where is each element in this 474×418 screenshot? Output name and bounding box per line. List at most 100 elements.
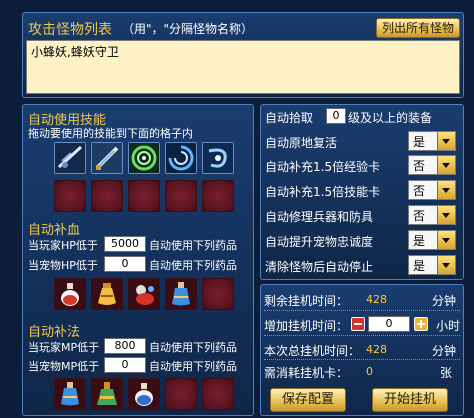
skill-slot-5[interactable]: [202, 142, 234, 174]
save-config-button[interactable]: 保存配置: [270, 388, 346, 412]
cards-label: 需消耗挂机卡：: [264, 366, 349, 380]
option-value-exp-card: 否: [413, 159, 426, 173]
option-select-revive[interactable]: 是: [408, 131, 456, 151]
yellow-vase-icon: [92, 279, 122, 309]
chevron-down-icon: [437, 256, 455, 274]
skill-slot-2[interactable]: [91, 142, 123, 174]
remaining-time-unit: 分钟: [432, 294, 457, 308]
hp-item-slot-4[interactable]: [165, 278, 197, 310]
blue-vase-icon: [55, 379, 85, 409]
plus-icon-vertical: [420, 320, 422, 328]
minus-button[interactable]: [351, 317, 365, 331]
blue-potion-icon: [129, 379, 159, 409]
add-time-input[interactable]: 0: [368, 316, 410, 332]
option-label-skill-card: 自动补充1.5倍技能卡: [265, 185, 381, 199]
green-flask-icon: [92, 379, 122, 409]
mp-item-slot-5[interactable]: [202, 378, 234, 410]
chevron-down-icon: [437, 156, 455, 174]
pet-hp-suffix: 自动使用下列药品: [149, 259, 237, 272]
cards-unit: 张: [440, 366, 453, 380]
skill-slot-10[interactable]: [202, 180, 234, 212]
blade-slash-icon: [55, 143, 85, 173]
option-label-revive: 自动原地复活: [265, 136, 338, 150]
red-creature-icon: [129, 279, 159, 309]
skill-slot-8[interactable]: [128, 180, 160, 212]
divider: [264, 359, 460, 361]
option-label-pet-loyalty: 自动提升宠物忠诚度: [265, 235, 374, 249]
skill-slot-3[interactable]: [128, 142, 160, 174]
add-time-unit: 小时: [436, 319, 461, 333]
option-label-repair: 自动修理兵器和防具: [265, 210, 374, 224]
remaining-time-value: 428: [366, 293, 387, 306]
player-mp-input[interactable]: 800: [104, 338, 146, 354]
minus-icon: [354, 323, 362, 325]
pet-mp-label: 当宠物MP低于: [28, 360, 100, 373]
pet-hp-input[interactable]: 0: [104, 256, 146, 272]
total-time-label: 本次总挂机时间：: [264, 344, 361, 358]
monster-list-input[interactable]: 小蜂妖,蜂妖守卫: [26, 40, 460, 94]
cyclone-icon: [203, 143, 233, 173]
option-value-pet-loyalty: 是: [413, 234, 426, 248]
option-select-pet-loyalty[interactable]: 是: [408, 230, 456, 250]
skill-slot-4[interactable]: [165, 142, 197, 174]
plus-button[interactable]: [414, 317, 428, 331]
player-hp-input[interactable]: 5000: [104, 236, 146, 252]
option-select-exp-card[interactable]: 否: [408, 155, 456, 175]
mp-item-slot-3[interactable]: [128, 378, 160, 410]
chevron-down-icon: [437, 132, 455, 150]
pickup-prefix: 自动拾取: [265, 111, 314, 125]
hp-item-slot-3[interactable]: [128, 278, 160, 310]
option-select-repair[interactable]: 否: [408, 205, 456, 225]
auto-mp-title: 自动补法: [28, 325, 81, 340]
hp-item-slot-1[interactable]: [54, 278, 86, 310]
sword-icon: [92, 143, 122, 173]
chevron-down-icon: [437, 206, 455, 224]
auto-hp-title: 自动补血: [28, 223, 81, 238]
hp-item-slot-5[interactable]: [202, 278, 234, 310]
remaining-time-label: 剩余挂机时间：: [264, 294, 349, 308]
player-mp-suffix: 自动使用下列药品: [149, 341, 237, 354]
chevron-down-icon: [437, 231, 455, 249]
chevron-down-icon: [437, 181, 455, 199]
option-label-exp-card: 自动补充1.5倍经验卡: [265, 160, 381, 174]
start-button[interactable]: 开始挂机: [372, 388, 448, 412]
monster-list-value: 小蜂妖,蜂妖守卫: [31, 45, 119, 59]
mp-item-slot-2[interactable]: [91, 378, 123, 410]
total-time-value: 428: [366, 343, 387, 356]
monster-list-hint: （用"，"分隔怪物名称）: [122, 22, 254, 36]
skill-slot-1[interactable]: [54, 142, 86, 174]
cards-value: 0: [366, 365, 373, 378]
blue-vase-icon: [166, 279, 196, 309]
pet-mp-suffix: 自动使用下列药品: [149, 360, 237, 373]
skills-hint: 拖动要使用的技能到下面的格子内: [28, 127, 193, 140]
pet-mp-input[interactable]: 0: [104, 357, 146, 373]
mp-item-slot-1[interactable]: [54, 378, 86, 410]
mp-item-slot-4[interactable]: [165, 378, 197, 410]
pet-hp-label: 当宠物HP低于: [28, 259, 98, 272]
list-all-monsters-button[interactable]: 列出所有怪物: [376, 18, 460, 38]
hp-item-slot-2[interactable]: [91, 278, 123, 310]
option-value-skill-card: 否: [413, 184, 426, 198]
option-value-auto-stop: 是: [413, 259, 426, 273]
pickup-level-input[interactable]: 0: [326, 108, 346, 124]
monster-list-title: 攻击怪物列表: [28, 22, 112, 38]
player-mp-label: 当玩家MP低于: [28, 341, 100, 354]
skill-slot-6[interactable]: [54, 180, 86, 212]
option-label-auto-stop: 清除怪物后自动停止: [265, 260, 374, 274]
option-value-repair: 否: [413, 209, 426, 223]
red-potion-icon: [55, 279, 85, 309]
player-hp-suffix: 自动使用下列药品: [149, 239, 237, 252]
skill-slot-9[interactable]: [165, 180, 197, 212]
option-select-skill-card[interactable]: 否: [408, 180, 456, 200]
divider: [264, 310, 460, 312]
option-value-revive: 是: [413, 135, 426, 149]
blue-vortex-icon: [166, 143, 196, 173]
option-select-auto-stop[interactable]: 是: [408, 255, 456, 275]
player-hp-label: 当玩家HP低于: [28, 239, 98, 252]
total-time-unit: 分钟: [432, 344, 457, 358]
skill-slot-7[interactable]: [91, 180, 123, 212]
add-time-label: 增加挂机时间：: [264, 319, 349, 333]
divider: [264, 335, 460, 337]
pickup-suffix: 级及以上的装备: [348, 111, 433, 125]
green-vortex-icon: [129, 143, 159, 173]
